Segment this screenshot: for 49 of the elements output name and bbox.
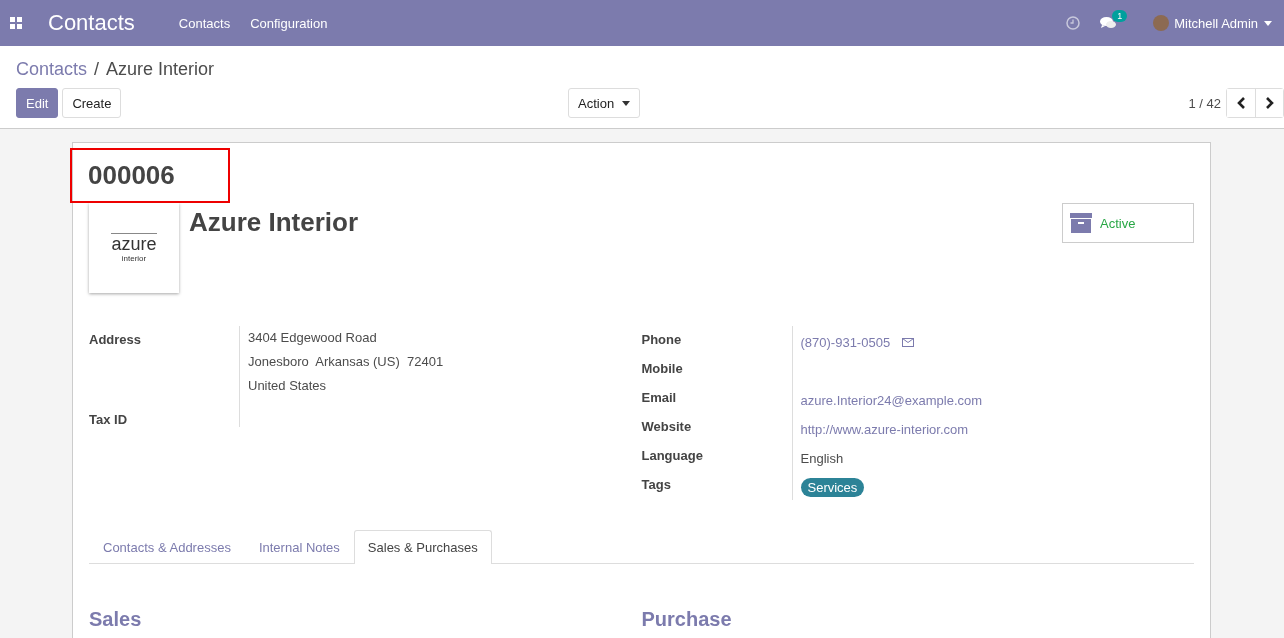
field-link[interactable]: azure.Interior24@example.com [800,393,983,408]
avatar [1153,15,1170,31]
tab[interactable]: Contacts & Addresses [89,530,245,564]
logo-text: azure [111,233,157,254]
field-link[interactable]: http://www.azure-interior.com [800,422,969,437]
logo-subtext: interior [121,254,147,263]
field-label: Language [641,447,704,465]
create-button[interactable]: Create [62,88,122,118]
user-menu[interactable]: Mitchell Admin [1174,15,1258,31]
breadcrumb-link[interactable]: Contacts [16,59,88,80]
address-line: Jonesboro Arkansas (US) 72401 [248,353,444,371]
caret-icon[interactable] [1264,20,1272,26]
message-count-badge: 1 [1112,10,1128,22]
active-button[interactable]: Active [1062,203,1194,243]
chat-icon[interactable] [1100,16,1118,30]
address-line: 3404 Edgewood Road [248,329,377,347]
tab[interactable]: Sales & Purchases [353,530,492,564]
field-label: Mobile [641,360,684,378]
field-value: English [800,451,844,466]
phone-link[interactable]: (870)-931-0505 [800,335,891,350]
chevron-left-icon [1236,97,1246,109]
section-title: Sales [89,608,143,631]
menu-item[interactable]: Contacts [178,15,231,31]
field-label: Tags [641,476,672,494]
tag: Services [800,478,865,497]
chevron-right-icon [1265,97,1274,109]
reference-number: 000006 [88,160,175,191]
app-title: Contacts [48,10,135,36]
field-label: Address [89,331,143,349]
edit-button[interactable]: Edit [16,88,59,118]
clock-icon[interactable] [1066,16,1081,30]
menu-item[interactable]: Configuration [250,15,328,31]
caret-icon [622,100,631,106]
envelope-icon[interactable] [902,338,915,347]
field-label: Website [641,418,693,436]
pager-value: 1 / 42 [1188,95,1221,111]
breadcrumb-separator: / [94,59,100,80]
address-line: United States [248,377,327,395]
field-label: Phone [641,331,683,349]
breadcrumb-current: Azure Interior [106,59,215,80]
apps-menu-icon[interactable] [10,17,22,29]
next-button[interactable] [1255,89,1283,117]
tab[interactable]: Internal Notes [244,530,354,564]
section-title: Purchase [641,608,733,631]
contact-name: Azure Interior [189,207,359,238]
action-dropdown[interactable]: Action [568,88,641,118]
field-label: Tax ID [89,412,129,427]
archive-box-icon [1070,212,1092,234]
field-label: Email [641,389,678,407]
